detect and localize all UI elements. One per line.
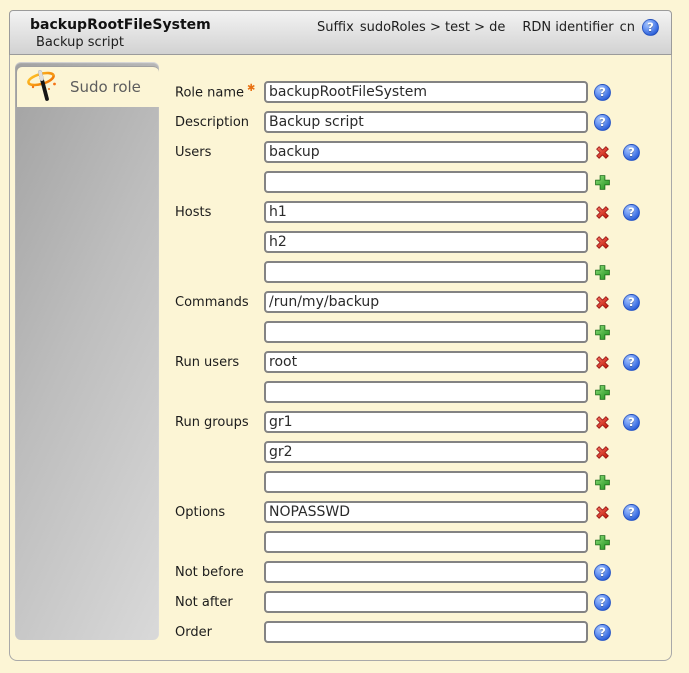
field-label: Hosts — [175, 205, 264, 220]
run-users-input-0[interactable] — [264, 351, 588, 373]
form-row — [175, 231, 669, 253]
field-label: Commands — [175, 295, 264, 310]
content-panel: Sudo role Role name✱ ? Description ? Use… — [9, 55, 672, 661]
users-input-0[interactable] — [264, 141, 588, 163]
help-icon[interactable]: ? — [623, 504, 640, 521]
header-meta: Suffix sudoRoles > test > de RDN identif… — [317, 17, 659, 37]
form-row: Users ? — [175, 141, 669, 163]
add-icon[interactable] — [594, 474, 611, 491]
add-icon[interactable] — [594, 264, 611, 281]
tab-sudo-role[interactable]: Sudo role — [16, 66, 159, 107]
sudo-role-form: Role name✱ ? Description ? Users ? — [175, 81, 669, 651]
tab-label: Sudo role — [70, 78, 141, 96]
help-icon[interactable]: ? — [642, 19, 659, 36]
delete-icon[interactable] — [594, 504, 611, 521]
form-row — [175, 261, 669, 283]
help-icon[interactable]: ? — [623, 294, 640, 311]
run-users-input-new[interactable] — [264, 381, 588, 403]
form-row: Run users ? — [175, 351, 669, 373]
delete-icon[interactable] — [594, 414, 611, 431]
not-after-input[interactable] — [264, 591, 588, 613]
field-label: Options — [175, 505, 264, 520]
field-label: Role name✱ — [175, 83, 264, 100]
form-row: Options ? — [175, 501, 669, 523]
help-icon[interactable]: ? — [623, 204, 640, 221]
delete-icon[interactable] — [594, 204, 611, 221]
form-row: Role name✱ ? — [175, 81, 669, 103]
help-icon[interactable]: ? — [594, 84, 611, 101]
description-input[interactable] — [264, 111, 588, 133]
hosts-input-0[interactable] — [264, 201, 588, 223]
suffix-value: sudoRoles > test > de — [360, 20, 506, 35]
run-groups-input-1[interactable] — [264, 441, 588, 463]
help-icon[interactable]: ? — [623, 144, 640, 161]
page-title: backupRootFileSystem — [30, 16, 211, 34]
form-row: Order ? — [175, 621, 669, 643]
commands-input-0[interactable] — [264, 291, 588, 313]
options-input-0[interactable] — [264, 501, 588, 523]
delete-icon[interactable] — [594, 144, 611, 161]
add-icon[interactable] — [594, 534, 611, 551]
required-marker: ✱ — [247, 83, 255, 94]
help-icon[interactable]: ? — [623, 414, 640, 431]
form-row: Description ? — [175, 111, 669, 133]
form-row: Commands ? — [175, 291, 669, 313]
rdn-identifier-value: cn — [620, 20, 635, 35]
field-label: Not before — [175, 565, 264, 580]
delete-icon[interactable] — [594, 234, 611, 251]
form-row — [175, 171, 669, 193]
help-icon[interactable]: ? — [594, 564, 611, 581]
tab-sidebar: Sudo role — [15, 62, 159, 640]
add-icon[interactable] — [594, 384, 611, 401]
sudo-role-window: backupRootFileSystem Backup script Suffi… — [9, 10, 672, 661]
field-label: Run groups — [175, 415, 264, 430]
help-icon[interactable]: ? — [594, 594, 611, 611]
users-input-new[interactable] — [264, 171, 588, 193]
form-row — [175, 381, 669, 403]
form-row — [175, 471, 669, 493]
form-row: Not before ? — [175, 561, 669, 583]
delete-icon[interactable] — [594, 354, 611, 371]
form-row: Run groups ? — [175, 411, 669, 433]
field-label: Users — [175, 145, 264, 160]
order-input[interactable] — [264, 621, 588, 643]
magic-wand-icon — [25, 69, 61, 106]
hosts-input-1[interactable] — [264, 231, 588, 253]
options-input-new[interactable] — [264, 531, 588, 553]
field-label: Not after — [175, 595, 264, 610]
role-name-input[interactable] — [264, 81, 588, 103]
add-icon[interactable] — [594, 324, 611, 341]
field-label: Run users — [175, 355, 264, 370]
field-label: Order — [175, 625, 264, 640]
form-row — [175, 531, 669, 553]
title-bar: backupRootFileSystem Backup script Suffi… — [9, 10, 672, 55]
delete-icon[interactable] — [594, 294, 611, 311]
form-row — [175, 441, 669, 463]
form-row: Hosts ? — [175, 201, 669, 223]
form-row — [175, 321, 669, 343]
page-subtitle: Backup script — [36, 34, 211, 51]
form-row: Not after ? — [175, 591, 669, 613]
run-groups-input-new[interactable] — [264, 471, 588, 493]
run-groups-input-0[interactable] — [264, 411, 588, 433]
help-icon[interactable]: ? — [594, 624, 611, 641]
hosts-input-new[interactable] — [264, 261, 588, 283]
not-before-input[interactable] — [264, 561, 588, 583]
suffix-label: Suffix — [317, 20, 354, 35]
rdn-identifier-label: RDN identifier — [522, 20, 613, 35]
field-label: Description — [175, 115, 264, 130]
help-icon[interactable]: ? — [623, 354, 640, 371]
add-icon[interactable] — [594, 174, 611, 191]
help-icon[interactable]: ? — [594, 114, 611, 131]
commands-input-new[interactable] — [264, 321, 588, 343]
delete-icon[interactable] — [594, 444, 611, 461]
